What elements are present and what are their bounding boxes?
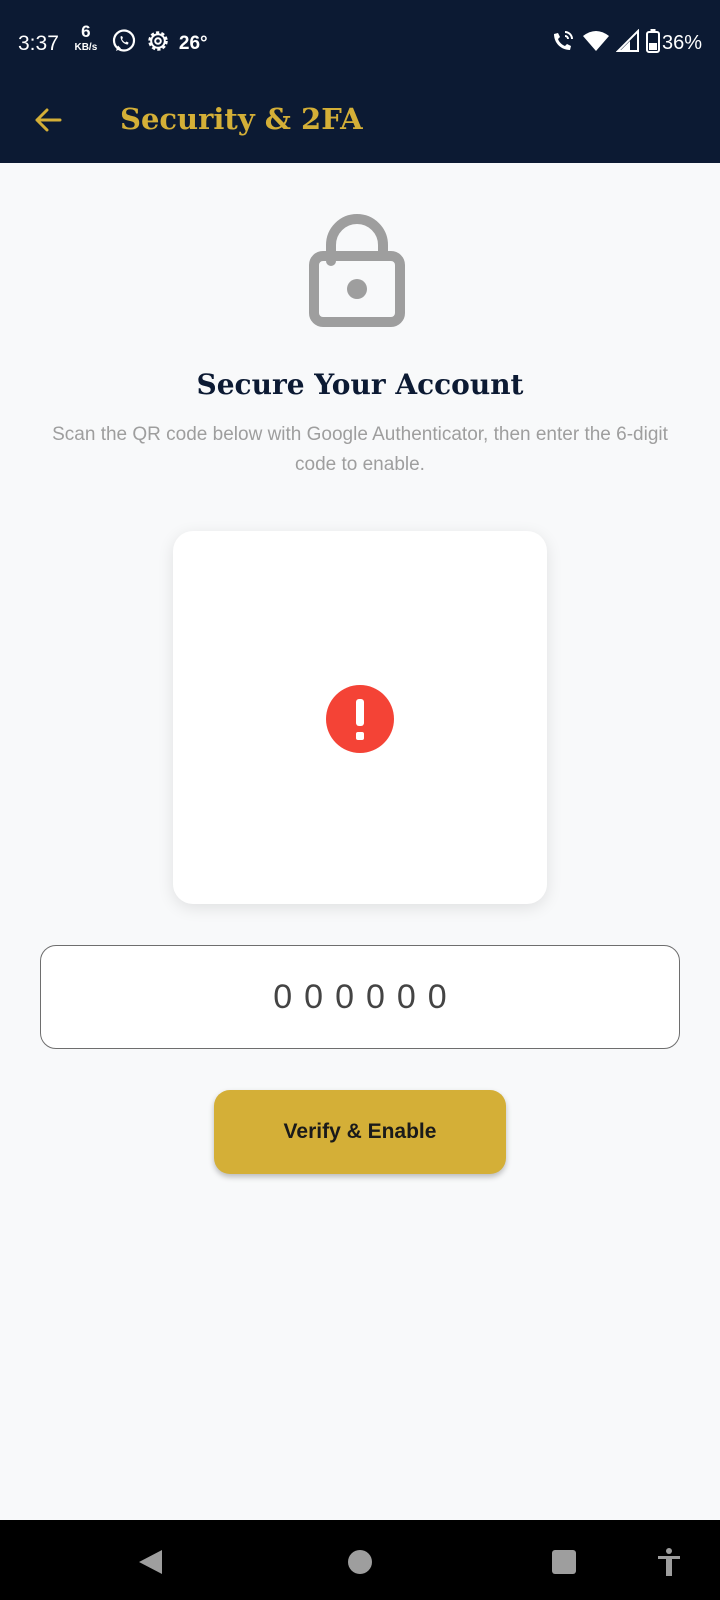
qr-code-card bbox=[173, 531, 547, 904]
accessibility-icon bbox=[658, 1548, 680, 1576]
settings-gear-icon bbox=[145, 28, 171, 59]
status-left: 3:37 6 KB/s 26° bbox=[18, 22, 208, 59]
back-button[interactable] bbox=[26, 98, 70, 142]
home-circle-icon bbox=[348, 1550, 372, 1574]
nav-accessibility-button[interactable] bbox=[647, 1540, 691, 1584]
back-triangle-icon bbox=[139, 1550, 162, 1574]
battery-percentage: 36% bbox=[661, 32, 702, 54]
wifi-calling-icon bbox=[550, 28, 576, 59]
page-title: Security & 2FA bbox=[120, 102, 363, 136]
status-temperature: 26° bbox=[178, 32, 208, 54]
section-heading: Secure Your Account bbox=[196, 368, 524, 401]
app-bar: Security & 2FA bbox=[0, 84, 720, 163]
status-right: 36% bbox=[550, 28, 702, 59]
verify-enable-button[interactable]: Verify & Enable bbox=[214, 1090, 506, 1174]
wifi-icon bbox=[582, 29, 610, 58]
verification-code-input[interactable] bbox=[40, 945, 680, 1049]
nav-back-button[interactable] bbox=[129, 1540, 173, 1584]
arrow-back-icon bbox=[35, 108, 62, 132]
instructions-text: Scan the QR code below with Google Authe… bbox=[52, 424, 668, 475]
status-bar: 3:37 6 KB/s 26° 36% bbox=[0, 0, 720, 84]
cellular-signal-icon bbox=[615, 28, 640, 58]
status-time: 3:37 bbox=[18, 31, 59, 55]
network-speed-unit: KB/s bbox=[74, 41, 98, 53]
network-speed-value: 6 bbox=[81, 21, 91, 41]
network-speed-indicator: 6 KB/s bbox=[71, 21, 101, 57]
nav-recents-button[interactable] bbox=[542, 1540, 586, 1584]
battery-icon bbox=[645, 29, 660, 58]
lock-open-icon bbox=[307, 205, 407, 331]
system-navigation-bar bbox=[0, 1520, 720, 1600]
nav-home-button[interactable] bbox=[338, 1540, 382, 1584]
whatsapp-icon bbox=[111, 28, 137, 59]
recents-square-icon bbox=[552, 1550, 576, 1574]
error-icon bbox=[325, 684, 395, 754]
